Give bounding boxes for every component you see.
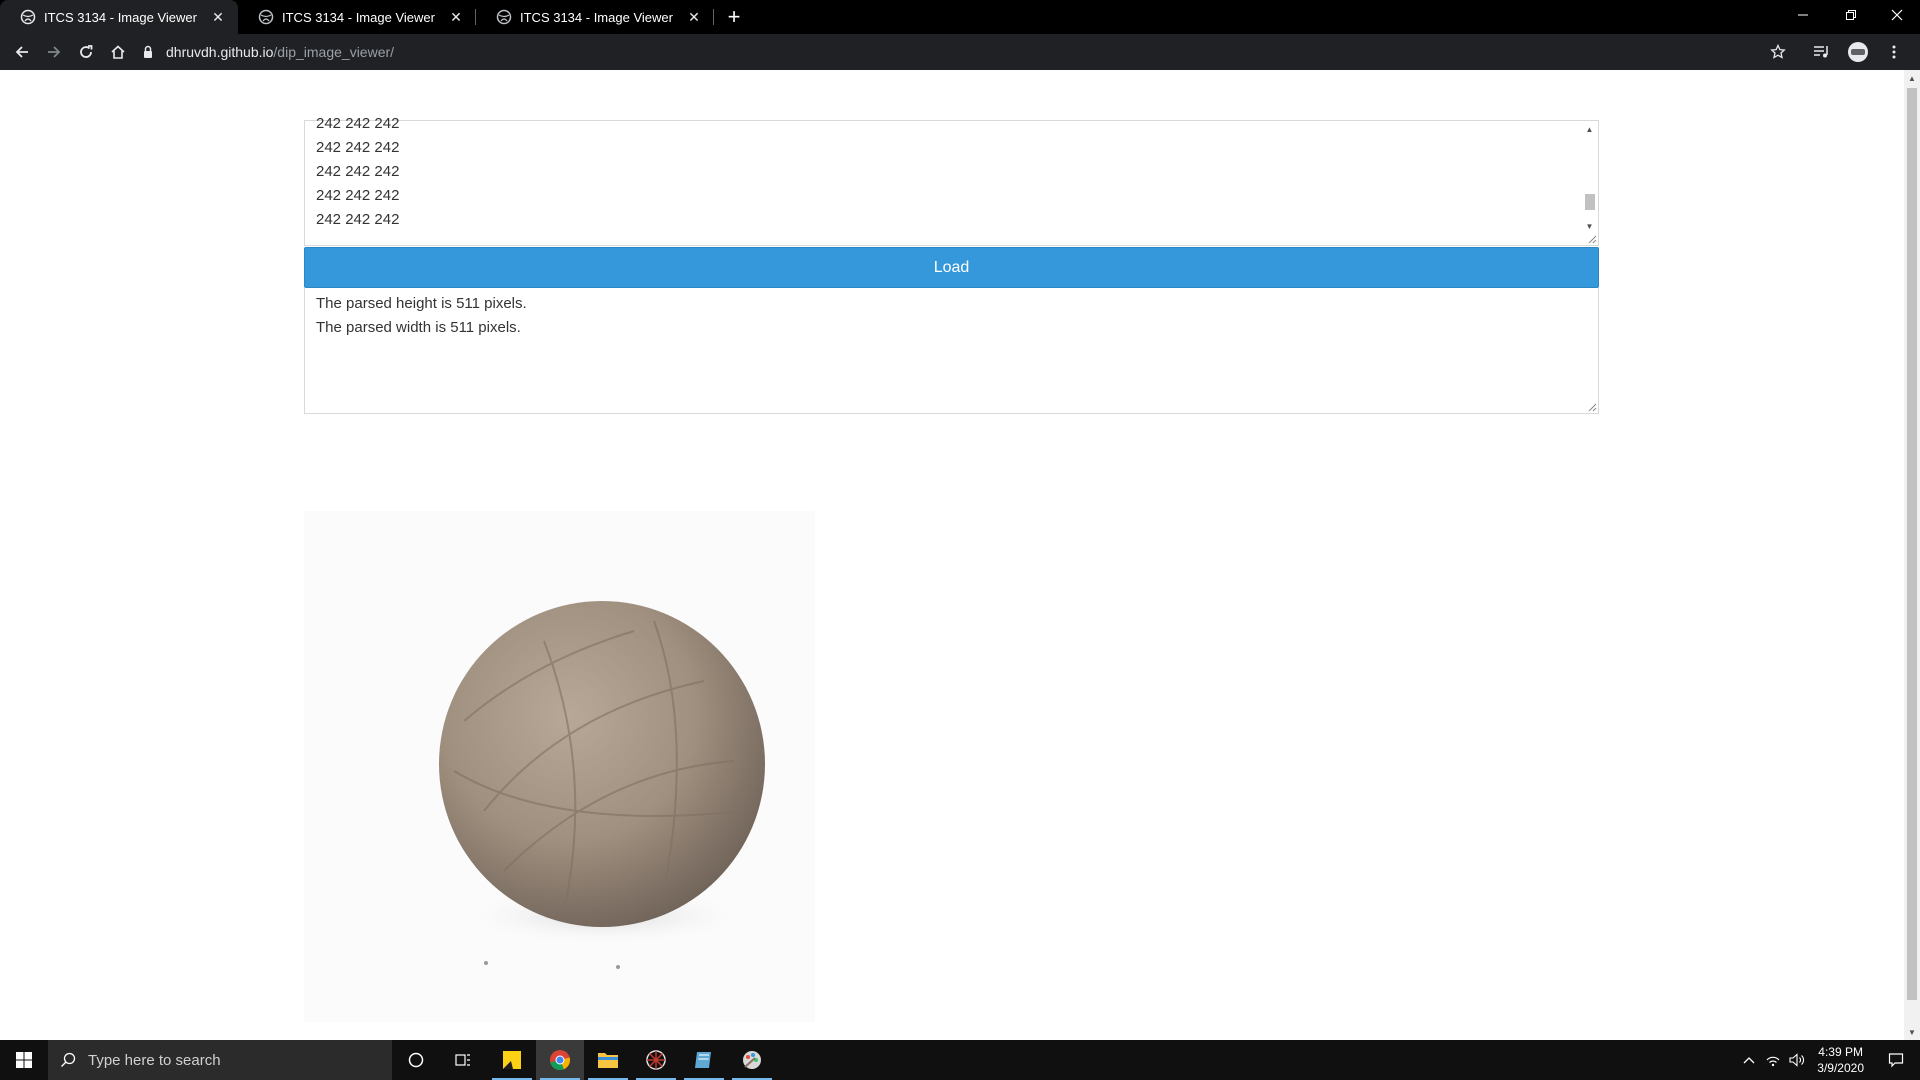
forward-button[interactable]: [38, 36, 70, 68]
speaker-icon: [1789, 1053, 1805, 1067]
resize-grip-icon[interactable]: [1588, 235, 1597, 244]
app-5[interactable]: [632, 1040, 680, 1080]
scroll-down-icon[interactable]: ▼: [1581, 218, 1598, 235]
task-view-button[interactable]: [440, 1040, 488, 1080]
output-textarea[interactable]: The parsed height is 511 pixels. The pars…: [304, 288, 1599, 414]
star-icon: [1770, 44, 1786, 59]
cortana-icon: [408, 1052, 424, 1068]
back-button[interactable]: [6, 36, 38, 68]
page-content: 242 242 242 242 242 242 242 242 242 242 …: [0, 70, 1904, 1040]
start-button[interactable]: [0, 1040, 48, 1080]
network-button[interactable]: [1761, 1040, 1785, 1080]
address-bar[interactable]: dhruvdh.github.io /dip_image_viewer/: [140, 37, 1795, 67]
home-button[interactable]: [102, 36, 134, 68]
paper-ball-image: [304, 511, 815, 1022]
action-center-button[interactable]: [1872, 1040, 1920, 1080]
menu-button[interactable]: [1878, 36, 1910, 68]
more-vertical-icon: [1892, 45, 1896, 59]
tab-3[interactable]: ITCS 3134 - Image Viewer ✕: [476, 0, 714, 34]
pixel-data-text[interactable]: 242 242 242 242 242 242 242 242 242 242 …: [305, 108, 1598, 232]
app-7[interactable]: [728, 1040, 776, 1080]
profile-button[interactable]: [1842, 36, 1874, 68]
globe-icon: [496, 9, 512, 25]
load-button[interactable]: Load: [304, 247, 1599, 288]
scroll-up-icon[interactable]: ▲: [1904, 70, 1920, 86]
paint-icon: [743, 1051, 761, 1069]
sticky-notes-icon: [503, 1051, 521, 1069]
globe-icon: [258, 9, 274, 25]
rendered-image: [304, 511, 815, 1022]
system-tray: 4:39 PM 3/9/2020: [1737, 1040, 1920, 1080]
url-host: dhruvdh.github.io: [166, 44, 274, 60]
search-placeholder: Type here to search: [88, 1051, 221, 1069]
scrollbar-thumb[interactable]: [1585, 194, 1595, 210]
bookmark-button[interactable]: [1762, 36, 1794, 68]
avatar-icon: [1848, 42, 1868, 62]
chrome-icon: [550, 1050, 571, 1071]
spider-icon: [646, 1050, 666, 1070]
scroll-up-icon[interactable]: ▲: [1581, 121, 1598, 138]
close-window-button[interactable]: [1874, 0, 1920, 30]
clock-date: 3/9/2020: [1817, 1061, 1864, 1075]
notebook-icon: [695, 1052, 711, 1068]
textarea-scrollbar[interactable]: ▲ ▼: [1581, 121, 1598, 245]
tab-title: ITCS 3134 - Image Viewer: [282, 9, 435, 25]
tab-title: ITCS 3134 - Image Viewer: [520, 9, 673, 25]
pixel-data-textarea[interactable]: 242 242 242 242 242 242 242 242 242 242 …: [304, 115, 1599, 246]
output-text: The parsed height is 511 pixels. The pars…: [305, 288, 1598, 413]
taskbar-search[interactable]: Type here to search: [48, 1040, 392, 1080]
file-explorer-app[interactable]: [584, 1040, 632, 1080]
close-icon[interactable]: ✕: [684, 7, 704, 27]
search-icon: [60, 1052, 76, 1068]
folder-icon: [598, 1053, 618, 1068]
cortana-button[interactable]: [392, 1040, 440, 1080]
tab-2[interactable]: ITCS 3134 - Image Viewer ✕: [238, 0, 476, 34]
close-icon[interactable]: ✕: [208, 7, 228, 27]
chrome-app[interactable]: [536, 1040, 584, 1080]
volume-button[interactable]: [1785, 1040, 1809, 1080]
tab-title: ITCS 3134 - Image Viewer: [44, 9, 197, 25]
parsed-width-text: The parsed width is 511 pixels.: [316, 319, 521, 336]
app-6[interactable]: [680, 1040, 728, 1080]
tab-1[interactable]: ITCS 3134 - Image Viewer ✕: [0, 0, 238, 34]
parsed-height-text: The parsed height is 511 pixels.: [316, 295, 527, 312]
task-view-icon: [455, 1054, 470, 1066]
arrow-right-icon: [48, 46, 61, 58]
lock-icon[interactable]: [140, 44, 156, 60]
new-tab-button[interactable]: +: [720, 3, 748, 31]
tab-strip: ITCS 3134 - Image Viewer ✕ ITCS 3134 - I…: [0, 0, 1920, 34]
minimize-button[interactable]: [1780, 0, 1826, 30]
url-path: /dip_image_viewer/: [273, 44, 395, 60]
scroll-down-icon[interactable]: ▼: [1904, 1024, 1920, 1040]
restore-button[interactable]: [1828, 0, 1874, 30]
browser-toolbar: dhruvdh.github.io /dip_image_viewer/: [0, 34, 1920, 70]
reload-button[interactable]: [70, 36, 102, 68]
page-scrollbar-thumb[interactable]: [1907, 88, 1917, 1000]
windows-taskbar: Type here to search 4:39 PM 3/9/2020: [0, 1040, 1920, 1080]
globe-icon: [20, 9, 36, 25]
chevron-up-icon: [1743, 1057, 1755, 1064]
notification-icon: [1888, 1053, 1904, 1068]
playlist-icon: [1814, 46, 1828, 58]
wifi-icon: [1766, 1056, 1780, 1067]
close-icon[interactable]: ✕: [446, 7, 466, 27]
resize-grip-icon[interactable]: [1588, 403, 1597, 412]
clock-time: 4:39 PM: [1818, 1045, 1863, 1059]
home-icon: [111, 45, 125, 59]
show-hidden-icons-button[interactable]: [1737, 1040, 1761, 1080]
media-control-button[interactable]: [1806, 36, 1838, 68]
page-scrollbar[interactable]: ▲ ▼: [1904, 70, 1920, 1040]
arrow-left-icon: [15, 46, 28, 58]
taskbar-clock[interactable]: 4:39 PM 3/9/2020: [1809, 1044, 1872, 1076]
reload-icon: [80, 45, 93, 58]
windows-icon: [16, 1052, 32, 1068]
tab-separator: [713, 9, 714, 25]
sticky-notes-app[interactable]: [488, 1040, 536, 1080]
